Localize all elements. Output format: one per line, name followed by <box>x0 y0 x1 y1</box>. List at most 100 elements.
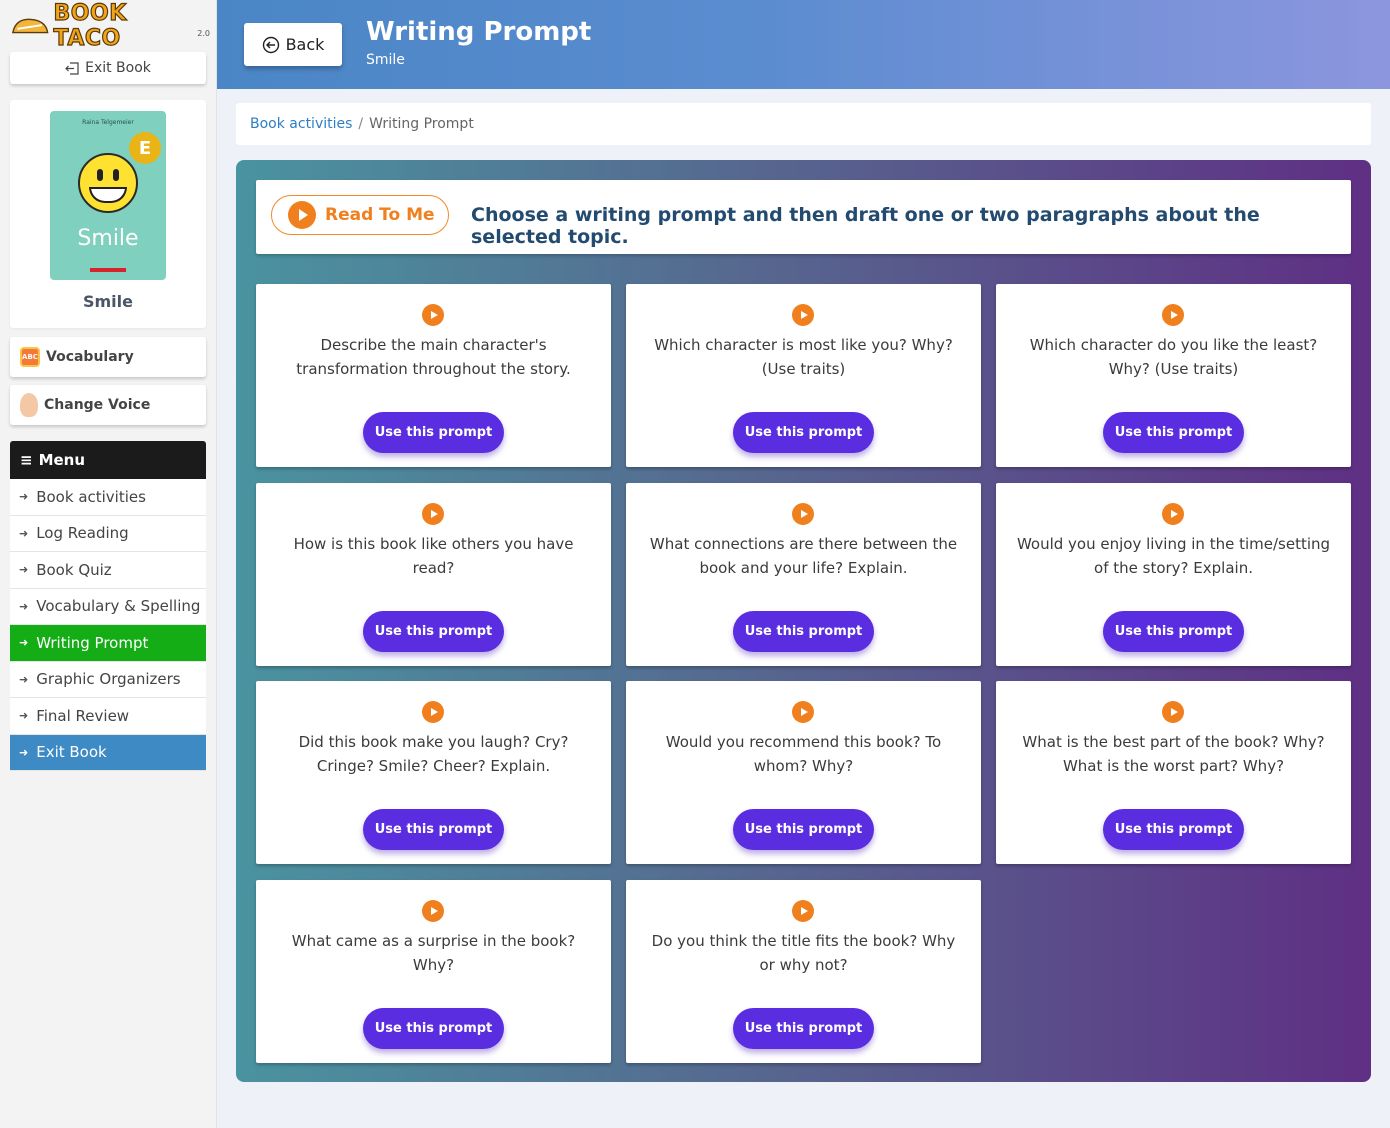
menu-item-graphic-organizers[interactable]: ➜ Graphic Organizers <box>10 661 206 698</box>
prompt-text: How is this book like others you have re… <box>293 535 574 577</box>
hamburger-icon: ≡ <box>20 451 33 469</box>
prompt-text: What connections are there between the b… <box>649 535 958 577</box>
book-taco-logo[interactable]: BOOK TACO 2.0 <box>10 0 210 52</box>
prompt-card: What connections are there between the b… <box>626 483 981 666</box>
menu-item-label: Final Review <box>36 706 130 725</box>
arrow-right-icon: ➜ <box>19 490 29 504</box>
play-icon[interactable] <box>422 900 444 922</box>
book-card: Raina Telgemeier E Smile Smile <box>10 100 206 328</box>
play-icon[interactable] <box>422 701 444 723</box>
vocabulary-button[interactable]: ABC Vocabulary <box>10 337 206 377</box>
prompt-card: Did this book make you laugh? Cry? Cring… <box>256 681 611 864</box>
change-voice-button[interactable]: Change Voice <box>10 385 206 425</box>
sidebar: BOOK TACO 2.0 Exit Book Raina Telgemeier… <box>0 0 217 1128</box>
arrow-right-icon: ➜ <box>19 599 29 613</box>
read-to-me-label: Read To Me <box>325 205 435 225</box>
play-icon[interactable] <box>422 304 444 326</box>
prompt-card: How is this book like others you have re… <box>256 483 611 666</box>
sidebar-menu: ≡ Menu ➜ Book activities ➜ Log Reading ➜ Bo… <box>10 441 206 771</box>
play-icon[interactable] <box>792 304 814 326</box>
menu-item-label: Book activities <box>36 487 146 506</box>
use-this-prompt-button[interactable]: Use this prompt <box>363 611 504 652</box>
prompt-text: Do you think the title fits the book? Wh… <box>651 932 956 974</box>
play-icon[interactable] <box>422 503 444 525</box>
arrow-right-icon: ➜ <box>19 636 29 650</box>
use-this-prompt-button[interactable]: Use this prompt <box>363 809 504 850</box>
publisher-logo <box>90 268 126 272</box>
prompt-text: Would you recommend this book? To whom? … <box>665 733 942 775</box>
taco-icon <box>11 18 49 34</box>
prompt-text: Which character is most like you? Why? (… <box>654 336 953 378</box>
prompt-card: Describe the main character's transforma… <box>256 284 611 467</box>
play-icon[interactable] <box>792 503 814 525</box>
prompt-text: Which character do you like the least? W… <box>1029 336 1318 378</box>
logo-version: 2.0 <box>197 29 210 38</box>
cover-author: Raina Telgemeier <box>82 119 134 126</box>
play-icon[interactable] <box>792 701 814 723</box>
change-voice-label: Change Voice <box>44 397 151 413</box>
arrow-right-icon: ➜ <box>19 745 29 759</box>
prompt-text: Did this book make you laugh? Cry? Cring… <box>298 733 569 775</box>
prompt-text: What is the best part of the book? Why? … <box>1022 733 1325 775</box>
menu-item-book-activities[interactable]: ➜ Book activities <box>10 479 206 516</box>
use-this-prompt-button[interactable]: Use this prompt <box>1103 412 1244 453</box>
page-header: Back Writing Prompt Smile <box>217 0 1390 89</box>
prompt-card: Which character is most like you? Why? (… <box>626 284 981 467</box>
exit-book-button[interactable]: Exit Book <box>10 52 206 84</box>
use-this-prompt-button[interactable]: Use this prompt <box>733 412 874 453</box>
menu-item-label: Vocabulary & Spelling <box>36 597 201 616</box>
book-title: Smile <box>82 292 133 311</box>
breadcrumb: Book activities / Writing Prompt <box>236 103 1371 145</box>
cover-title: Smile <box>77 226 139 251</box>
smiley-face-icon <box>78 153 138 213</box>
arrow-right-icon: ➜ <box>19 672 29 686</box>
play-icon[interactable] <box>792 900 814 922</box>
breadcrumb-current: Writing Prompt <box>369 116 474 132</box>
breadcrumb-link-book-activities[interactable]: Book activities <box>250 116 352 132</box>
menu-item-book-quiz[interactable]: ➜ Book Quiz <box>10 552 206 589</box>
instructions-box: Read To Me Choose a writing prompt and t… <box>256 180 1351 254</box>
voice-avatar-icon <box>20 393 38 417</box>
award-badge-icon: E <box>129 132 161 164</box>
menu-item-label: Exit Book <box>36 743 107 762</box>
prompt-card: Would you recommend this book? To whom? … <box>626 681 981 864</box>
play-icon[interactable] <box>1162 304 1184 326</box>
instructions-text: Choose a writing prompt and then draft o… <box>471 204 1260 248</box>
page-subtitle: Smile <box>366 52 405 68</box>
use-this-prompt-button[interactable]: Use this prompt <box>733 1008 874 1049</box>
play-icon[interactable] <box>1162 503 1184 525</box>
menu-header[interactable]: ≡ Menu <box>10 441 206 479</box>
menu-item-final-review[interactable]: ➜ Final Review <box>10 698 206 735</box>
arrow-right-icon: ➜ <box>19 526 29 540</box>
prompt-card: What is the best part of the book? Why? … <box>996 681 1351 864</box>
prompt-card: Would you enjoy living in the time/setti… <box>996 483 1351 666</box>
play-icon[interactable] <box>1162 701 1184 723</box>
use-this-prompt-button[interactable]: Use this prompt <box>733 611 874 652</box>
menu-item-vocabulary-spelling[interactable]: ➜ Vocabulary & Spelling <box>10 588 206 625</box>
menu-item-label: Log Reading <box>36 524 129 543</box>
use-this-prompt-button[interactable]: Use this prompt <box>1103 611 1244 652</box>
prompt-card: What came as a surprise in the book? Why… <box>256 880 611 1063</box>
read-to-me-button[interactable]: Read To Me <box>271 195 449 235</box>
use-this-prompt-button[interactable]: Use this prompt <box>733 809 874 850</box>
menu-label: Menu <box>38 451 86 469</box>
menu-item-writing-prompt[interactable]: ➜ Writing Prompt <box>10 625 206 662</box>
back-button[interactable]: Back <box>244 23 342 66</box>
menu-item-exit-book[interactable]: ➜ Exit Book <box>10 734 206 771</box>
exit-book-label: Exit Book <box>85 60 151 76</box>
menu-item-log-reading[interactable]: ➜ Log Reading <box>10 515 206 552</box>
use-this-prompt-button[interactable]: Use this prompt <box>363 412 504 453</box>
use-this-prompt-button[interactable]: Use this prompt <box>1103 809 1244 850</box>
use-this-prompt-button[interactable]: Use this prompt <box>363 1008 504 1049</box>
arrow-right-icon: ➜ <box>19 709 29 723</box>
page-title: Writing Prompt <box>366 17 592 47</box>
writing-prompt-panel: Read To Me Choose a writing prompt and t… <box>236 160 1371 1082</box>
play-icon <box>288 201 316 229</box>
prompt-card: Which character do you like the least? W… <box>996 284 1351 467</box>
vocabulary-label: Vocabulary <box>46 349 134 365</box>
back-arrow-icon <box>262 36 279 53</box>
arrow-right-icon: ➜ <box>19 563 29 577</box>
logo-text: BOOK TACO <box>53 0 127 51</box>
book-cover[interactable]: Raina Telgemeier E Smile <box>50 111 166 280</box>
prompt-text: Would you enjoy living in the time/setti… <box>1016 535 1331 577</box>
